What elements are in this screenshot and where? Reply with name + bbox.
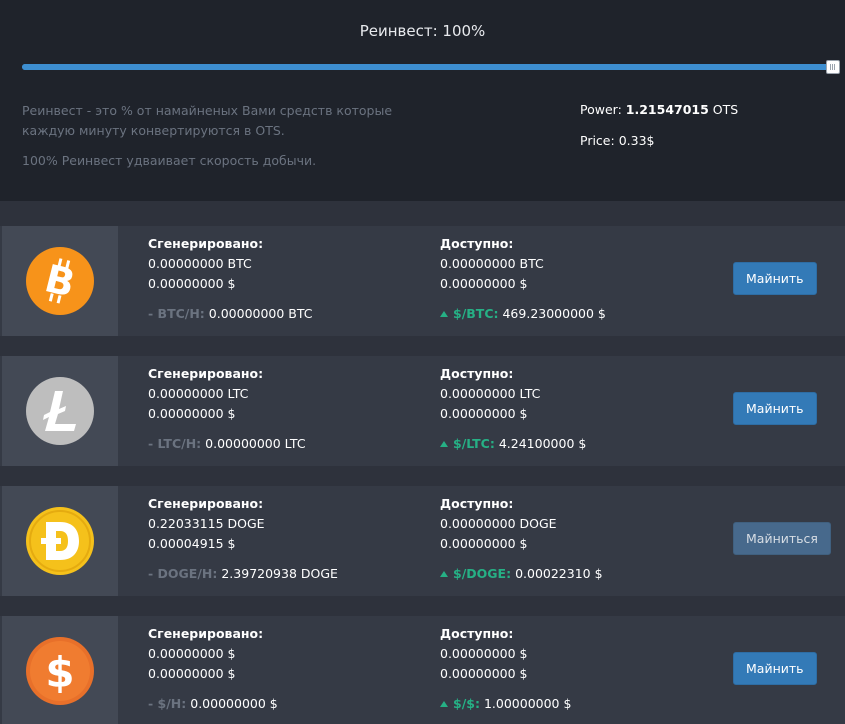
reinvest-note: 100% Реинвест удваивает скорость добычи. — [22, 153, 317, 168]
available-column: Доступно: 0.00000000 DOGE 0.00000000 $ $… — [440, 494, 603, 584]
mine-button[interactable]: Майнить — [733, 652, 817, 685]
coin-price-label: $/DOGE: — [453, 566, 512, 581]
generated-column: Сгенерировано: 0.00000000 LTC 0.00000000… — [148, 364, 306, 454]
mining-in-progress-button[interactable]: Майниться — [733, 522, 831, 555]
mine-button[interactable]: Майнить — [733, 392, 817, 425]
coin-icon-box — [2, 356, 118, 466]
available-label: Доступно: — [440, 626, 514, 641]
reinvest-panel: Реинвест: 100% Реинвест - это % от намай… — [0, 0, 845, 201]
arrow-up-icon — [440, 701, 448, 707]
coin-price-value: 469.23000000 $ — [502, 306, 606, 321]
available-column: Доступно: 0.00000000 $ 0.00000000 $ $/$:… — [440, 624, 571, 714]
dogecoin-icon — [26, 507, 94, 575]
generated-label: Сгенерировано: — [148, 626, 264, 641]
litecoin-icon — [26, 377, 94, 445]
available-coin: 0.00000000 DOGE — [440, 516, 557, 531]
available-usd: 0.00000000 $ — [440, 666, 528, 681]
coin-price: $/$: 1.00000000 $ — [440, 694, 571, 714]
arrow-up-icon — [440, 441, 448, 447]
coin-row-usd: $ Сгенерировано: 0.00000000 $ 0.00000000… — [0, 616, 845, 724]
generated-column: Сгенерировано: 0.00000000 $ 0.00000000 $… — [148, 624, 278, 714]
mine-button[interactable]: Майнить — [733, 262, 817, 295]
hash-rate-label: - BTC/H: — [148, 306, 205, 321]
price-label: Price: — [580, 133, 615, 148]
coin-price-label: $/LTC: — [453, 436, 495, 451]
coin-icon-box: B — [2, 226, 118, 336]
available-coin: 0.00000000 LTC — [440, 386, 541, 401]
generated-coin: 0.00000000 BTC — [148, 256, 252, 271]
coin-price: $/LTC: 4.24100000 $ — [440, 434, 586, 454]
generated-usd: 0.00000000 $ — [148, 406, 236, 421]
hash-rate-label: - DOGE/H: — [148, 566, 218, 581]
price-stat: Price: 0.33$ — [580, 133, 655, 148]
generated-label: Сгенерировано: — [148, 236, 264, 251]
available-label: Доступно: — [440, 236, 514, 251]
available-usd: 0.00000000 $ — [440, 276, 528, 291]
available-coin: 0.00000000 BTC — [440, 256, 544, 271]
reinvest-slider-handle[interactable] — [826, 60, 840, 74]
generated-coin: 0.00000000 $ — [148, 646, 236, 661]
coin-icon-box — [2, 486, 118, 596]
generated-coin: 0.22033115 DOGE — [148, 516, 265, 531]
available-usd: 0.00000000 $ — [440, 536, 528, 551]
hash-rate-label: - $/H: — [148, 696, 187, 711]
hash-rate-value: 0.00000000 $ — [190, 696, 278, 711]
hash-rate-value: 2.39720938 DOGE — [221, 566, 338, 581]
hash-rate: - $/H: 0.00000000 $ — [148, 694, 278, 714]
hash-rate: - BTC/H: 0.00000000 BTC — [148, 304, 313, 324]
available-column: Доступно: 0.00000000 BTC 0.00000000 $ $/… — [440, 234, 606, 324]
coin-icon-box: $ — [2, 616, 118, 724]
coin-price-label: $/$: — [453, 696, 480, 711]
power-label: Power: — [580, 102, 622, 117]
available-coin: 0.00000000 $ — [440, 646, 528, 661]
generated-usd: 0.00000000 $ — [148, 666, 236, 681]
power-unit: OTS — [712, 102, 739, 117]
coin-price-value: 4.24100000 $ — [498, 436, 587, 451]
bitcoin-icon: B — [26, 247, 94, 315]
svg-text:$: $ — [45, 648, 74, 697]
coin-row-btc: B Сгенерировано: 0.00000000 BTC 0.000000… — [0, 226, 845, 336]
power-value: 1.21547015 — [625, 102, 709, 117]
arrow-up-icon — [440, 311, 448, 317]
available-label: Доступно: — [440, 496, 514, 511]
coin-row-ltc: Сгенерировано: 0.00000000 LTC 0.00000000… — [0, 356, 845, 466]
generated-column: Сгенерировано: 0.22033115 DOGE 0.0000491… — [148, 494, 338, 584]
reinvest-slider-track[interactable] — [22, 64, 834, 70]
power-stat: Power: 1.21547015 OTS — [580, 102, 738, 117]
reinvest-description: Реинвест - это % от намайненых Вами сред… — [22, 103, 393, 138]
hash-rate: - DOGE/H: 2.39720938 DOGE — [148, 564, 338, 584]
generated-label: Сгенерировано: — [148, 366, 264, 381]
generated-column: Сгенерировано: 0.00000000 BTC 0.00000000… — [148, 234, 313, 324]
coin-price: $/BTC: 469.23000000 $ — [440, 304, 606, 324]
available-label: Доступно: — [440, 366, 514, 381]
generated-coin: 0.00000000 LTC — [148, 386, 249, 401]
generated-usd: 0.00004915 $ — [148, 536, 236, 551]
coin-price-value: 0.00022310 $ — [515, 566, 603, 581]
coin-price: $/DOGE: 0.00022310 $ — [440, 564, 603, 584]
available-usd: 0.00000000 $ — [440, 406, 528, 421]
hash-rate-value: 0.00000000 BTC — [208, 306, 313, 321]
generated-usd: 0.00000000 $ — [148, 276, 236, 291]
dollar-coin-icon: $ — [26, 637, 94, 705]
reinvest-title: Реинвест: 100% — [359, 22, 486, 40]
arrow-up-icon — [440, 571, 448, 577]
coin-price-label: $/BTC: — [453, 306, 499, 321]
hash-rate: - LTC/H: 0.00000000 LTC — [148, 434, 306, 454]
available-column: Доступно: 0.00000000 LTC 0.00000000 $ $/… — [440, 364, 586, 454]
generated-label: Сгенерировано: — [148, 496, 264, 511]
coin-row-doge: Сгенерировано: 0.22033115 DOGE 0.0000491… — [0, 486, 845, 596]
reinvest-slider-fill — [22, 64, 834, 70]
coin-price-value: 1.00000000 $ — [483, 696, 572, 711]
hash-rate-value: 0.00000000 LTC — [205, 436, 306, 451]
hash-rate-label: - LTC/H: — [148, 436, 202, 451]
price-value: 0.33$ — [618, 133, 655, 148]
